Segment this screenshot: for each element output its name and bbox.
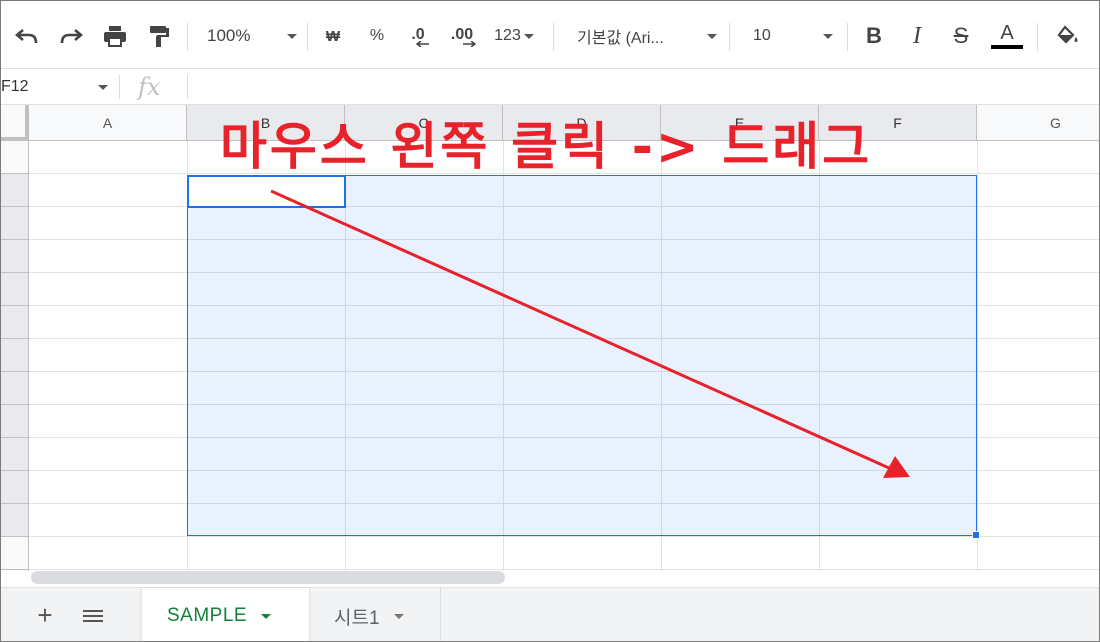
toolbar-divider — [729, 23, 730, 51]
decrease-decimal-button[interactable]: .0 — [401, 19, 435, 53]
spreadsheet-window: 100% ₩ % .0 .00 123 기본값 (Ari... 10 B I S… — [0, 0, 1100, 642]
name-box-value: F12 — [1, 78, 29, 95]
redo-icon[interactable] — [55, 19, 87, 53]
chevron-down-icon[interactable] — [393, 613, 404, 619]
strikethrough-button[interactable]: S — [948, 19, 974, 53]
font-family-value: 기본값 (Ari... — [577, 30, 664, 47]
formula-divider — [187, 75, 188, 99]
toolbar-divider — [847, 23, 848, 51]
annotation-text: 마우스 왼쪽 클릭 -> 드래그 — [220, 118, 873, 177]
number-format-select[interactable]: 123 — [489, 19, 539, 53]
sheet-tab-bar: + SAMPLE 시트1 — [1, 587, 1099, 641]
paint-format-icon[interactable] — [143, 19, 175, 53]
italic-button[interactable]: I — [904, 19, 930, 53]
toolbar-divider — [187, 23, 188, 51]
currency-button[interactable]: ₩ — [319, 19, 347, 53]
formula-input[interactable] — [191, 69, 1091, 105]
tab-sheet1[interactable]: 시트1 — [309, 588, 441, 641]
text-color-swatch — [991, 45, 1023, 49]
fx-icon: fx — [138, 73, 161, 101]
toolbar-divider — [553, 23, 554, 51]
number-format-label: 123 — [494, 27, 521, 44]
horizontal-scrollbar[interactable] — [31, 571, 505, 584]
chevron-down-icon[interactable] — [261, 613, 272, 619]
all-sheets-icon[interactable] — [79, 601, 107, 631]
chevron-down-icon — [523, 33, 534, 39]
formula-bar: F12 fx — [1, 69, 1099, 105]
currency-label: ₩ — [325, 27, 341, 45]
chevron-down-icon — [287, 33, 297, 39]
print-icon[interactable] — [99, 19, 131, 53]
arrow-left-icon — [416, 40, 429, 47]
tab-label: 시트1 — [334, 607, 380, 629]
fill-color-icon[interactable] — [1053, 19, 1083, 53]
text-color-button[interactable]: A — [991, 19, 1023, 53]
font-size-select[interactable]: 10 — [753, 19, 833, 53]
percent-button[interactable]: % — [363, 19, 391, 53]
bold-label: B — [866, 23, 882, 48]
font-size-value: 10 — [753, 27, 771, 44]
add-sheet-button[interactable]: + — [31, 600, 59, 630]
toolbar-divider — [1037, 23, 1038, 51]
chevron-down-icon — [98, 85, 108, 90]
percent-label: % — [369, 27, 385, 44]
font-family-select[interactable]: 기본값 (Ari... — [577, 19, 717, 53]
chevron-down-icon — [823, 33, 833, 39]
tab-sample[interactable]: SAMPLE — [142, 588, 309, 641]
tab-label: SAMPLE — [167, 605, 248, 626]
chevron-down-icon — [707, 33, 717, 39]
zoom-select[interactable]: 100% — [207, 19, 297, 53]
undo-icon[interactable] — [11, 19, 43, 53]
name-box[interactable]: F12 — [1, 69, 119, 105]
toolbar-divider — [307, 23, 308, 51]
zoom-value: 100% — [207, 26, 251, 45]
strikethrough-label: S — [953, 23, 969, 48]
toolbar: 100% ₩ % .0 .00 123 기본값 (Ari... 10 B I S… — [1, 1, 1099, 69]
italic-label: I — [913, 22, 921, 49]
increase-decimal-button[interactable]: .00 — [443, 19, 481, 53]
formula-divider — [119, 75, 120, 99]
arrow-right-icon — [463, 40, 476, 47]
text-color-label: A — [1000, 22, 1014, 44]
bold-button[interactable]: B — [861, 19, 887, 53]
